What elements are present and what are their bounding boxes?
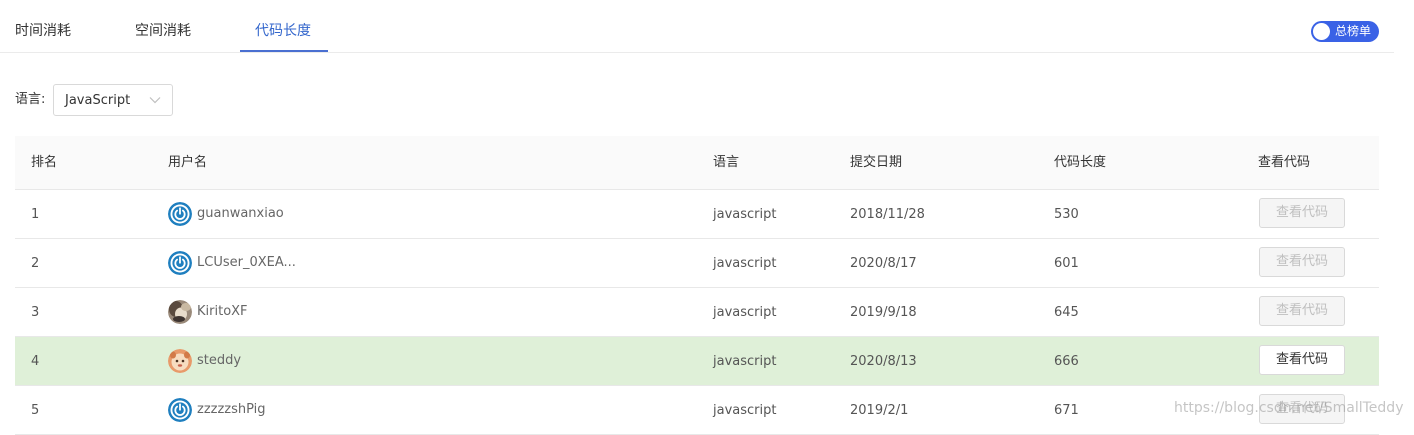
- username-link[interactable]: steddy: [197, 349, 241, 373]
- language-select-value: JavaScript: [65, 93, 131, 108]
- cartoon-avatar: [168, 349, 192, 373]
- header-submit-date: 提交日期: [850, 155, 903, 170]
- length-cell: 671: [1054, 403, 1079, 418]
- length-cell: 530: [1054, 207, 1079, 222]
- header-code-length: 代码长度: [1054, 155, 1107, 170]
- tab-bar: 时间消耗 空间消耗 代码长度: [0, 0, 1394, 53]
- language-cell: javascript: [713, 207, 777, 222]
- view-code-button[interactable]: 查看代码: [1259, 296, 1345, 326]
- username-link[interactable]: zzzzzshPig: [197, 398, 266, 422]
- date-cell: 2019/2/1: [850, 403, 909, 418]
- tab-time[interactable]: 时间消耗: [15, 0, 71, 52]
- table-row: 2 LCUser_0XEA... javascript 2020/8/17 60…: [15, 239, 1379, 288]
- length-cell: 645: [1054, 305, 1079, 320]
- username-link[interactable]: guanwanxiao: [197, 202, 284, 226]
- active-tab-indicator: [240, 50, 328, 52]
- toggle-label: 总榜单: [1335, 24, 1372, 38]
- language-cell: javascript: [713, 403, 777, 418]
- chevron-down-icon: [149, 97, 161, 104]
- table-row-highlighted: 4 steddy javascript 2020/8/13 666 查看代码: [15, 337, 1379, 386]
- date-cell: 2019/9/18: [850, 305, 917, 320]
- rank-cell: 5: [31, 403, 40, 418]
- rank-cell: 2: [31, 256, 40, 271]
- rank-cell: 4: [31, 354, 40, 369]
- tab-code-length[interactable]: 代码长度: [255, 0, 311, 52]
- header-language: 语言: [713, 155, 740, 170]
- table-header-row: 排名 用户名 语言 提交日期 代码长度 查看代码: [15, 136, 1379, 190]
- ranking-table: 排名 用户名 语言 提交日期 代码长度 查看代码 1 guanwanxiao j…: [15, 136, 1379, 435]
- view-code-button[interactable]: 查看代码: [1259, 247, 1345, 277]
- language-cell: javascript: [713, 305, 777, 320]
- power-avatar-icon: [168, 251, 192, 275]
- rank-cell: 3: [31, 305, 40, 320]
- language-cell: javascript: [713, 354, 777, 369]
- length-cell: 666: [1054, 354, 1079, 369]
- date-cell: 2020/8/17: [850, 256, 917, 271]
- header-rank: 排名: [31, 155, 58, 170]
- date-cell: 2020/8/13: [850, 354, 917, 369]
- watermark: https://blog.csdn.net/SmallTeddy: [1174, 400, 1404, 416]
- power-avatar-icon: [168, 202, 192, 226]
- header-view-code: 查看代码: [1258, 155, 1311, 170]
- language-select[interactable]: JavaScript: [53, 84, 173, 116]
- toggle-knob: [1313, 23, 1330, 40]
- rank-cell: 1: [31, 207, 40, 222]
- language-cell: javascript: [713, 256, 777, 271]
- length-cell: 601: [1054, 256, 1079, 271]
- header-username: 用户名: [168, 155, 208, 170]
- view-code-button[interactable]: 查看代码: [1259, 345, 1345, 375]
- username-link[interactable]: LCUser_0XEA...: [197, 251, 296, 275]
- tab-space[interactable]: 空间消耗: [135, 0, 191, 52]
- language-filter-label: 语言:: [15, 92, 46, 107]
- date-cell: 2018/11/28: [850, 207, 925, 222]
- username-link[interactable]: KiritoXF: [197, 300, 248, 324]
- power-avatar-icon: [168, 398, 192, 422]
- table-row: 1 guanwanxiao javascript 2018/11/28 530 …: [15, 190, 1379, 239]
- view-code-button[interactable]: 查看代码: [1259, 198, 1345, 228]
- overall-ranking-toggle[interactable]: 总榜单: [1311, 21, 1379, 42]
- table-row: 3 KiritoXF javascript 2019/9/18 645 查看代码: [15, 288, 1379, 337]
- photo-avatar: [168, 300, 192, 324]
